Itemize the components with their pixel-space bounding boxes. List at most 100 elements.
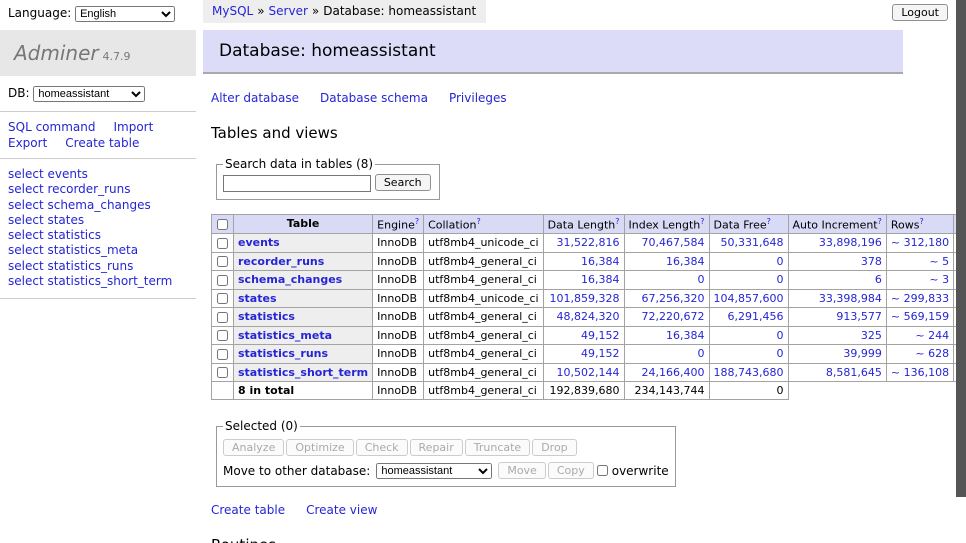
scrollbar-thumb[interactable] <box>956 0 966 497</box>
help-rows-link[interactable]: ? <box>919 217 923 226</box>
alter-database-link[interactable]: Alter database <box>211 91 299 105</box>
check-button[interactable]: Check <box>356 439 408 456</box>
repair-button[interactable]: Repair <box>410 439 463 456</box>
row-checkbox[interactable] <box>217 330 228 341</box>
auto-increment-cell[interactable]: 33,898,196 <box>788 234 886 253</box>
sidebar-select-statistics-runs-link[interactable]: select statistics_runs <box>8 259 196 274</box>
row-checkbox[interactable] <box>217 312 228 323</box>
sidebar-create-table-link[interactable]: Create table <box>65 136 139 150</box>
help-data-free-link[interactable]: ? <box>767 217 771 226</box>
sidebar-sql-command-link[interactable]: SQL command <box>8 120 95 134</box>
help-index-length-link[interactable]: ? <box>700 217 704 226</box>
index-length-cell[interactable]: 0 <box>624 345 709 364</box>
data-length-cell[interactable]: 10,502,144 <box>543 363 624 382</box>
auto-increment-cell[interactable]: 8,581,645 <box>788 363 886 382</box>
index-length-cell[interactable]: 16,384 <box>624 252 709 271</box>
data-free-cell[interactable]: 0 <box>709 271 788 290</box>
help-engine-link[interactable]: ? <box>415 217 419 226</box>
row-checkbox[interactable] <box>217 238 228 249</box>
sidebar-select-events-link[interactable]: select events <box>8 167 196 182</box>
index-length-cell[interactable]: 16,384 <box>624 326 709 345</box>
table-name-link[interactable]: states <box>238 292 277 305</box>
row-checkbox[interactable] <box>217 349 228 360</box>
sidebar-export-link[interactable]: Export <box>8 136 47 150</box>
database-schema-link[interactable]: Database schema <box>320 91 428 105</box>
auto-increment-cell[interactable]: 325 <box>788 326 886 345</box>
analyze-button[interactable]: Analyze <box>223 439 284 456</box>
vertical-scrollbar[interactable] <box>956 0 966 543</box>
table-name-link[interactable]: schema_changes <box>238 273 342 286</box>
search-button[interactable]: Search <box>375 174 431 191</box>
move-database-select[interactable]: homeassistant <box>376 463 492 479</box>
data-free-cell[interactable]: 50,331,648 <box>709 234 788 253</box>
sidebar-select-states-link[interactable]: select states <box>8 213 196 228</box>
privileges-link[interactable]: Privileges <box>449 91 507 105</box>
table-name-link[interactable]: statistics <box>238 310 295 323</box>
adminer-logo[interactable]: Adminer <box>14 41 99 65</box>
data-length-cell[interactable]: 48,824,320 <box>543 308 624 327</box>
table-name-link[interactable]: recorder_runs <box>238 255 324 268</box>
data-free-cell[interactable]: 0 <box>709 326 788 345</box>
data-length-cell[interactable]: 49,152 <box>543 326 624 345</box>
db-select[interactable]: homeassistant <box>33 86 145 102</box>
data-free-cell[interactable]: 104,857,600 <box>709 289 788 308</box>
rows-cell[interactable]: ~ 244 <box>886 326 953 345</box>
rows-cell[interactable]: ~ 312,180 <box>886 234 953 253</box>
rows-cell[interactable]: ~ 136,108 <box>886 363 953 382</box>
sidebar-import-link[interactable]: Import <box>113 120 153 134</box>
copy-button[interactable]: Copy <box>548 462 594 479</box>
drop-button[interactable]: Drop <box>532 439 576 456</box>
rows-cell[interactable]: ~ 3 <box>886 271 953 290</box>
create-view-link[interactable]: Create view <box>306 503 377 517</box>
overwrite-checkbox[interactable] <box>597 465 608 476</box>
row-checkbox[interactable] <box>217 293 228 304</box>
index-length-cell[interactable]: 70,467,584 <box>624 234 709 253</box>
data-length-cell[interactable]: 16,384 <box>543 252 624 271</box>
row-checkbox[interactable] <box>217 256 228 267</box>
auto-increment-cell[interactable]: 39,999 <box>788 345 886 364</box>
row-checkbox[interactable] <box>217 275 228 286</box>
data-length-cell[interactable]: 49,152 <box>543 345 624 364</box>
rows-cell[interactable]: ~ 628 <box>886 345 953 364</box>
rows-cell[interactable]: ~ 299,833 <box>886 289 953 308</box>
data-free-cell[interactable]: 6,291,456 <box>709 308 788 327</box>
language-select[interactable]: English <box>75 6 175 22</box>
sidebar-select-statistics-meta-link[interactable]: select statistics_meta <box>8 243 196 258</box>
data-free-cell[interactable]: 0 <box>709 345 788 364</box>
breadcrumb-server[interactable]: Server <box>269 4 308 18</box>
rows-cell[interactable]: ~ 5 <box>886 252 953 271</box>
breadcrumb-mysql[interactable]: MySQL <box>212 4 253 18</box>
sidebar-select-recorder-runs-link[interactable]: select recorder_runs <box>8 182 196 197</box>
index-length-cell[interactable]: 72,220,672 <box>624 308 709 327</box>
truncate-button[interactable]: Truncate <box>465 439 530 456</box>
row-checkbox[interactable] <box>217 367 228 378</box>
data-length-cell[interactable]: 16,384 <box>543 271 624 290</box>
optimize-button[interactable]: Optimize <box>286 439 353 456</box>
auto-increment-cell[interactable]: 378 <box>788 252 886 271</box>
auto-increment-cell[interactable]: 913,577 <box>788 308 886 327</box>
sidebar-select-statistics-short-term-link[interactable]: select statistics_short_term <box>8 274 196 289</box>
index-length-cell[interactable]: 67,256,320 <box>624 289 709 308</box>
select-all-checkbox[interactable] <box>217 219 228 230</box>
create-table-link[interactable]: Create table <box>211 503 285 517</box>
help-auto-increment-link[interactable]: ? <box>878 217 882 226</box>
table-name-link[interactable]: events <box>238 236 280 249</box>
search-input[interactable] <box>223 175 371 192</box>
table-name-link[interactable]: statistics_meta <box>238 329 332 342</box>
data-length-cell[interactable]: 101,859,328 <box>543 289 624 308</box>
table-name-link[interactable]: statistics_runs <box>238 347 328 360</box>
table-name-link[interactable]: statistics_short_term <box>238 366 368 379</box>
sidebar-select-schema-changes-link[interactable]: select schema_changes <box>8 198 196 213</box>
move-button[interactable]: Move <box>498 462 546 479</box>
auto-increment-cell[interactable]: 6 <box>788 271 886 290</box>
data-free-cell[interactable]: 188,743,680 <box>709 363 788 382</box>
data-free-cell[interactable]: 0 <box>709 252 788 271</box>
data-length-cell[interactable]: 31,522,816 <box>543 234 624 253</box>
index-length-cell[interactable]: 24,166,400 <box>624 363 709 382</box>
auto-increment-cell[interactable]: 33,398,984 <box>788 289 886 308</box>
index-length-cell[interactable]: 0 <box>624 271 709 290</box>
help-data-length-link[interactable]: ? <box>615 217 619 226</box>
help-collation-link[interactable]: ? <box>476 217 480 226</box>
rows-cell[interactable]: ~ 569,159 <box>886 308 953 327</box>
sidebar-select-statistics-link[interactable]: select statistics <box>8 228 196 243</box>
